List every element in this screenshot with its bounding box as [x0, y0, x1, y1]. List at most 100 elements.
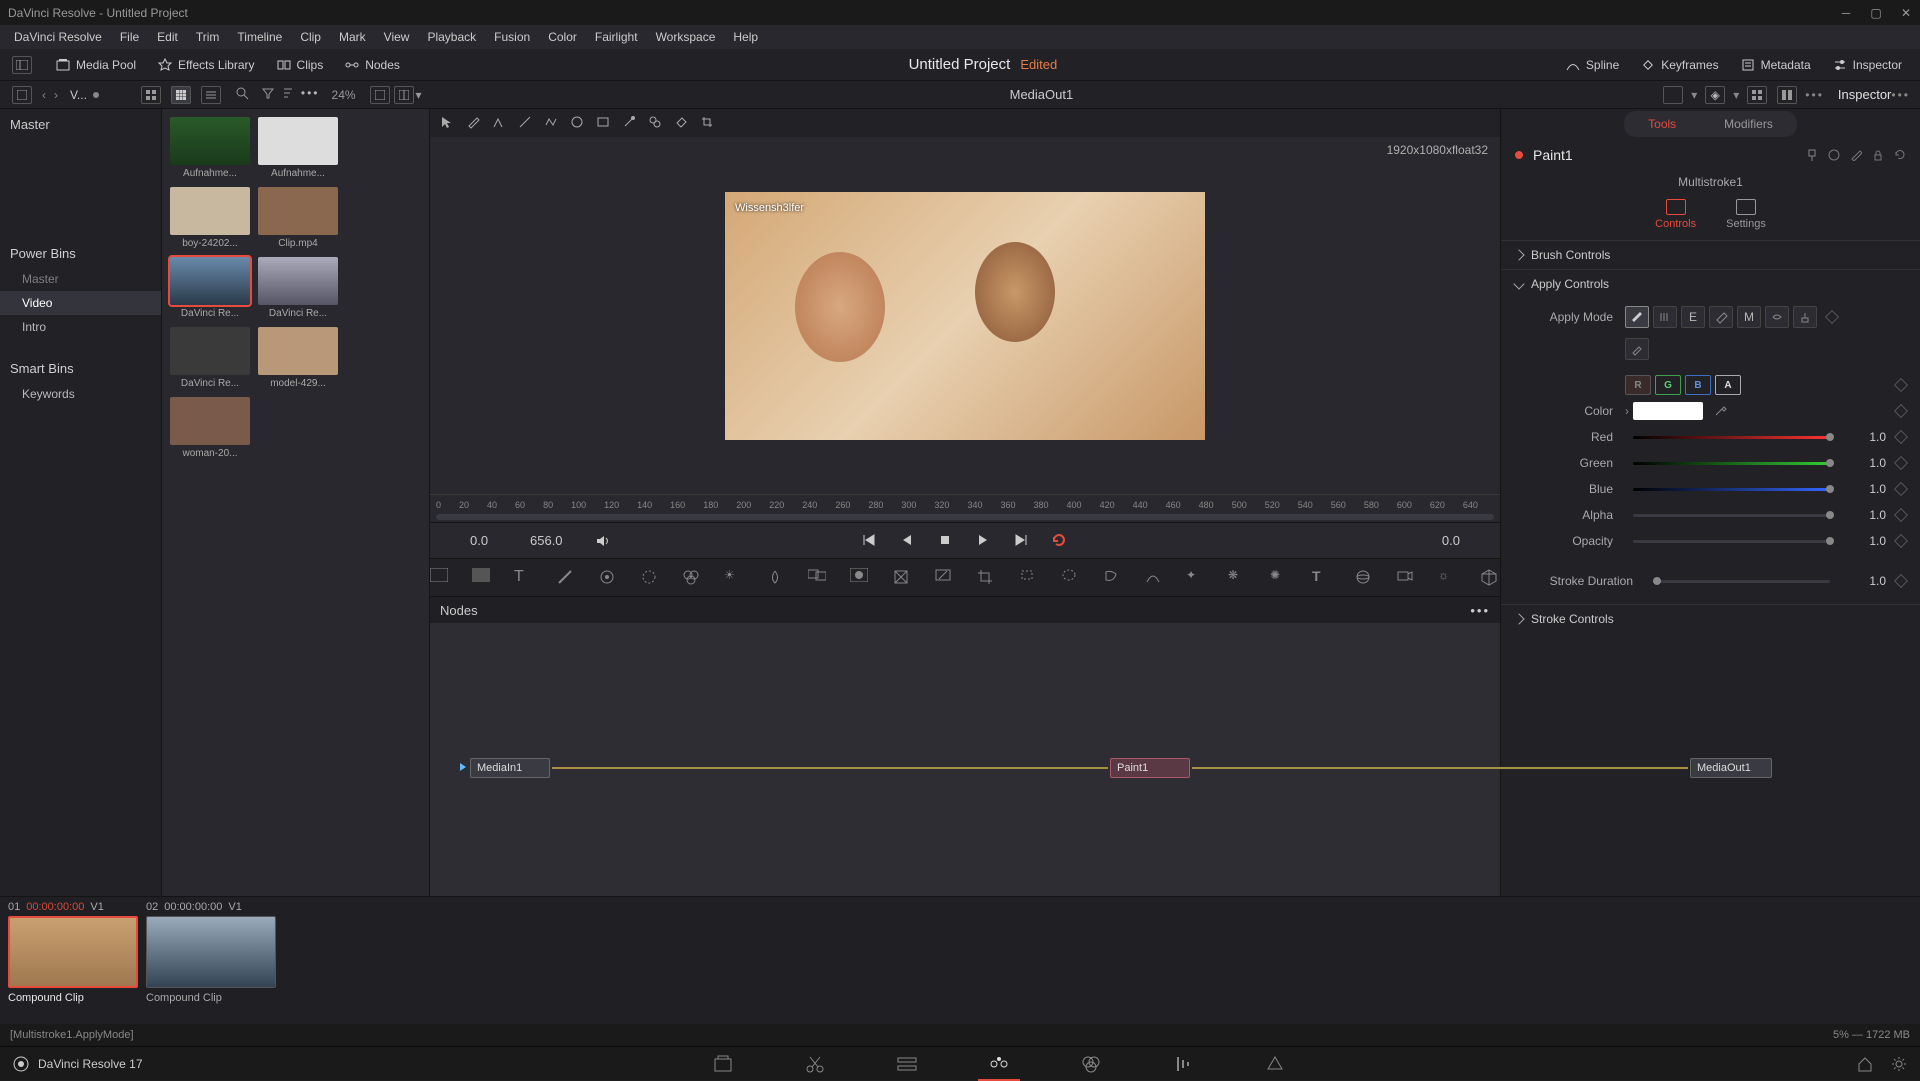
sb-keywords[interactable]: Keywords: [0, 382, 161, 406]
volume-icon[interactable]: [595, 533, 611, 549]
alpha-slider[interactable]: [1633, 514, 1830, 517]
menu-app[interactable]: DaVinci Resolve: [6, 28, 110, 46]
more-icon[interactable]: •••: [301, 86, 320, 104]
fx-particles-icon[interactable]: ✦: [1186, 568, 1206, 588]
home-icon[interactable]: [1856, 1055, 1874, 1073]
alpha-keyframe[interactable]: [1894, 508, 1908, 522]
fit-icon[interactable]: [370, 86, 390, 104]
menu-color[interactable]: Color: [540, 28, 585, 46]
bin-view-icon[interactable]: [12, 86, 32, 104]
nodes-canvas[interactable]: MediaIn1 Paint1 MediaOut1: [430, 623, 1500, 896]
filter-icon[interactable]: [261, 86, 275, 104]
fx-mask-ellipse-icon[interactable]: [1060, 568, 1080, 588]
stroke-duration-slider[interactable]: [1653, 580, 1830, 583]
tab-tools[interactable]: Tools: [1624, 111, 1700, 137]
opacity-keyframe[interactable]: [1894, 534, 1908, 548]
thumb-1[interactable]: Aufnahme...: [258, 117, 338, 179]
fx-matte-icon[interactable]: [850, 568, 870, 588]
node-pin-icon[interactable]: [1806, 149, 1818, 161]
thumb-6[interactable]: DaVinci Re...: [170, 327, 250, 389]
stroke-duration-keyframe[interactable]: [1894, 574, 1908, 588]
fx-xf-icon[interactable]: [892, 568, 912, 588]
play-reverse-icon[interactable]: [899, 532, 917, 550]
mode-stamp-icon[interactable]: [1793, 306, 1817, 328]
view-mode-1-icon[interactable]: [141, 86, 161, 104]
menu-clip[interactable]: Clip: [292, 28, 329, 46]
vt-line-icon[interactable]: [518, 115, 534, 131]
menu-view[interactable]: View: [376, 28, 418, 46]
fx-camera-icon[interactable]: [1396, 568, 1416, 588]
fx-fastnoise-icon[interactable]: [472, 568, 492, 588]
inspector-button[interactable]: Inspector: [1825, 54, 1910, 76]
view-mode-3-icon[interactable]: [201, 86, 221, 104]
vt-polyline-icon[interactable]: [544, 115, 560, 131]
opacity-value[interactable]: 1.0: [1842, 534, 1886, 548]
thumb-4[interactable]: DaVinci Re...: [170, 257, 250, 319]
stroke-duration-value[interactable]: 1.0: [1842, 574, 1886, 588]
maximize-icon[interactable]: ▢: [1870, 7, 1882, 19]
pb-video[interactable]: Video: [0, 291, 161, 315]
menu-fairlight[interactable]: Fairlight: [587, 28, 646, 46]
stroke-controls-header[interactable]: Stroke Controls: [1501, 605, 1920, 633]
vt-circle-icon[interactable]: [570, 115, 586, 131]
fx-mask-poly-icon[interactable]: [1102, 568, 1122, 588]
fx-drop-icon[interactable]: [766, 568, 786, 588]
fx-tracker-icon[interactable]: [598, 568, 618, 588]
menu-playback[interactable]: Playback: [419, 28, 484, 46]
node-mediaout[interactable]: MediaOut1: [1690, 758, 1772, 778]
nav-back-icon[interactable]: ‹: [42, 88, 46, 102]
fx-mask-bspline-icon[interactable]: [1144, 568, 1164, 588]
vt-wand-icon[interactable]: [622, 115, 638, 131]
vt-crop-icon[interactable]: [700, 115, 716, 131]
menu-trim[interactable]: Trim: [188, 28, 228, 46]
mode-color-icon[interactable]: [1625, 306, 1649, 328]
subtab-controls[interactable]: Controls: [1655, 199, 1696, 230]
thumb-3[interactable]: Clip.mp4: [258, 187, 338, 249]
vt-pointer-icon[interactable]: [440, 115, 456, 131]
nodes-button[interactable]: Nodes: [337, 54, 408, 76]
node-edit-icon[interactable]: [1850, 149, 1862, 161]
vt-brush-icon[interactable]: [466, 115, 482, 131]
vt-rect-icon[interactable]: [596, 115, 612, 131]
fx-render3d-icon[interactable]: [1480, 568, 1500, 588]
viewer-opt-3-icon[interactable]: [1747, 86, 1767, 104]
menu-timeline[interactable]: Timeline: [229, 28, 290, 46]
vt-fill-icon[interactable]: [674, 115, 690, 131]
fx-bg-icon[interactable]: [430, 568, 450, 588]
node-versions-icon[interactable]: [1828, 149, 1840, 161]
menu-fusion[interactable]: Fusion: [486, 28, 538, 46]
red-value[interactable]: 1.0: [1842, 430, 1886, 444]
thumb-2[interactable]: boy-24202...: [170, 187, 250, 249]
effects-library-button[interactable]: Effects Library: [150, 54, 262, 76]
mode-merge-icon[interactable]: M: [1737, 306, 1761, 328]
channel-a-button[interactable]: A: [1715, 375, 1741, 395]
spline-button[interactable]: Spline: [1558, 54, 1627, 76]
fx-text-icon[interactable]: T: [514, 568, 534, 588]
fx-merge-icon[interactable]: [808, 568, 828, 588]
menu-edit[interactable]: Edit: [149, 28, 186, 46]
viewer-opt-4-icon[interactable]: [1777, 86, 1797, 104]
last-frame-icon[interactable]: [1013, 532, 1031, 550]
eyedropper-icon[interactable]: [1713, 404, 1727, 418]
page-edit-icon[interactable]: [896, 1053, 918, 1075]
close-icon[interactable]: ✕: [1900, 7, 1912, 19]
apply-controls-header[interactable]: Apply Controls: [1501, 270, 1920, 298]
mode-emboss-icon[interactable]: E: [1681, 306, 1705, 328]
gear-icon[interactable]: [1890, 1055, 1908, 1073]
tab-modifiers[interactable]: Modifiers: [1700, 111, 1797, 137]
metadata-button[interactable]: Metadata: [1733, 54, 1819, 76]
thumb-7[interactable]: model-429...: [258, 327, 338, 389]
fx-bc-icon[interactable]: ☀: [724, 568, 744, 588]
channel-g-button[interactable]: G: [1655, 375, 1681, 395]
vt-stroke-icon[interactable]: [492, 115, 508, 131]
menu-workspace[interactable]: Workspace: [648, 28, 724, 46]
color-keyframe[interactable]: [1894, 404, 1908, 418]
menu-mark[interactable]: Mark: [331, 28, 374, 46]
mode-erase-icon[interactable]: [1709, 306, 1733, 328]
layout-icon[interactable]: [12, 56, 32, 74]
menu-file[interactable]: File: [112, 28, 147, 46]
menu-help[interactable]: Help: [725, 28, 766, 46]
zoom-level[interactable]: 24%: [332, 88, 356, 102]
page-color-icon[interactable]: [1080, 1053, 1102, 1075]
fx-blur-icon[interactable]: [640, 568, 660, 588]
